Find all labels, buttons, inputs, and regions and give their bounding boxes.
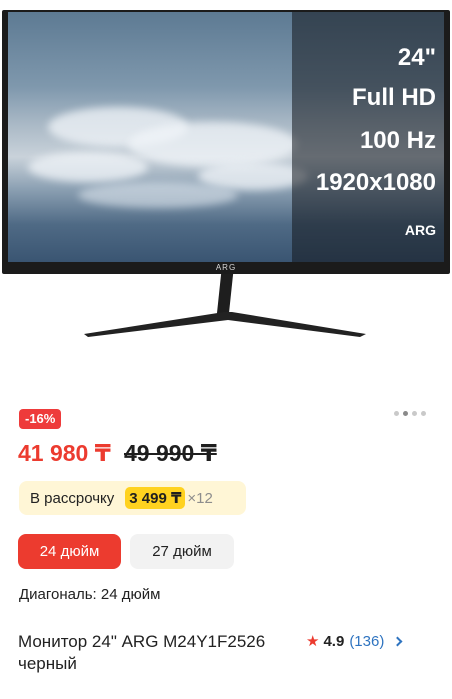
spec-size: 24" [397,44,436,71]
gallery-dot [421,411,426,416]
product-image[interactable]: 24" Full HD 100 Hz 1920x1080 ARG ARG [0,0,452,372]
installment-label: В рассрочку [30,489,115,507]
monitor-stand-base [84,312,366,337]
spec-panel: 24" Full HD 100 Hz 1920x1080 ARG [292,12,444,262]
spec-refresh-rate: 100 Hz [359,127,436,154]
star-icon: ★ [306,633,320,650]
review-count: (136) [349,632,385,650]
monitor-screen: 24" Full HD 100 Hz 1920x1080 ARG [8,12,444,262]
bezel-logo: ARG [215,263,237,272]
spec-brand-badge: ARG [404,222,436,238]
diagonal-label: Диагональ: 24 дюйм [19,586,161,603]
rating-value: 4.9 [323,632,345,650]
size-option-24[interactable]: 24 дюйм [18,534,121,569]
monitor-stand-neck [216,274,234,314]
gallery-dot-active [403,411,408,416]
gallery-dot [412,411,417,416]
old-price: 49 990 ₸ [124,440,217,466]
gallery-pagination [394,411,426,416]
chevron-right-icon [392,636,403,646]
spec-resolution-label: Full HD [352,84,436,111]
installment-amount: 3 499 ₸ [125,487,186,509]
gallery-dot [394,411,399,416]
size-option-27[interactable]: 27 дюйм [130,534,234,569]
installment-offer[interactable]: В рассрочку 3 499 ₸ ×12 [19,481,246,515]
spec-pixels: 1920x1080 [315,169,436,196]
current-price: 41 980 ₸ [18,440,111,466]
discount-badge: -16% [19,409,62,429]
installment-multiplier: ×12 [187,489,213,507]
monitor-illustration: 24" Full HD 100 Hz 1920x1080 ARG ARG [2,10,450,274]
rating-link[interactable]: ★ 4.9 (136) [306,632,403,650]
product-title: Монитор 24" ARG M24Y1F2526 черный [18,632,266,673]
